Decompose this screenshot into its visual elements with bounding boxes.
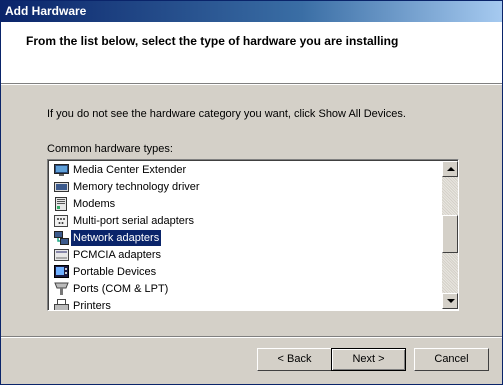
list-item-label: Modems xyxy=(73,198,116,210)
add-hardware-dialog: Add Hardware From the list below, select… xyxy=(0,0,503,385)
vertical-scrollbar[interactable] xyxy=(442,161,458,309)
scroll-down-button[interactable] xyxy=(442,293,458,309)
title-bar[interactable]: Add Hardware xyxy=(1,1,502,22)
modem-icon xyxy=(54,197,69,211)
memory-technology-driver-icon xyxy=(54,180,69,194)
header-divider xyxy=(1,84,502,85)
back-button[interactable]: < Back xyxy=(257,348,332,371)
hardware-types-list: Media Center Extender Memory technology d… xyxy=(49,162,441,310)
instruction-text: If you do not see the hardware category … xyxy=(47,108,406,120)
list-item[interactable]: Portable Devices xyxy=(49,264,441,281)
list-item-label: Multi-port serial adapters xyxy=(73,215,195,227)
pcmcia-adapter-icon xyxy=(54,248,69,262)
printer-icon xyxy=(54,299,69,310)
list-item[interactable]: Modems xyxy=(49,196,441,213)
arrow-up-icon xyxy=(447,167,455,171)
wizard-header: From the list below, select the type of … xyxy=(1,22,502,84)
port-icon xyxy=(54,282,69,296)
cancel-button[interactable]: Cancel xyxy=(414,348,489,371)
scroll-thumb[interactable] xyxy=(442,215,458,253)
hardware-types-label: Common hardware types: xyxy=(47,143,173,155)
list-item-label: Media Center Extender xyxy=(73,164,187,176)
list-item-label: Ports (COM & LPT) xyxy=(73,283,169,295)
media-center-extender-icon xyxy=(54,163,69,177)
next-button[interactable]: Next > xyxy=(331,348,406,371)
scroll-up-button[interactable] xyxy=(442,161,458,177)
window-title: Add Hardware xyxy=(5,4,87,18)
list-item[interactable]: Multi-port serial adapters xyxy=(49,213,441,230)
multiport-serial-adapter-icon xyxy=(54,214,69,228)
list-item[interactable]: Media Center Extender xyxy=(49,162,441,179)
list-item[interactable]: Network adapters xyxy=(49,230,441,247)
header-text: From the list below, select the type of … xyxy=(26,34,399,48)
list-item-label: Network adapters xyxy=(71,230,162,246)
list-item-label: Portable Devices xyxy=(73,266,157,278)
network-adapter-icon xyxy=(54,231,69,245)
list-item[interactable]: Printers xyxy=(49,298,441,310)
arrow-down-icon xyxy=(447,299,455,303)
list-item-label: Memory technology driver xyxy=(73,181,200,193)
list-item-label: Printers xyxy=(73,300,111,310)
list-item-label: PCMCIA adapters xyxy=(73,249,162,261)
list-item[interactable]: Ports (COM & LPT) xyxy=(49,281,441,298)
list-item[interactable]: PCMCIA adapters xyxy=(49,247,441,264)
list-item[interactable]: Memory technology driver xyxy=(49,179,441,196)
hardware-types-listbox[interactable]: Media Center Extender Memory technology d… xyxy=(47,159,459,311)
portable-device-icon xyxy=(54,265,69,279)
